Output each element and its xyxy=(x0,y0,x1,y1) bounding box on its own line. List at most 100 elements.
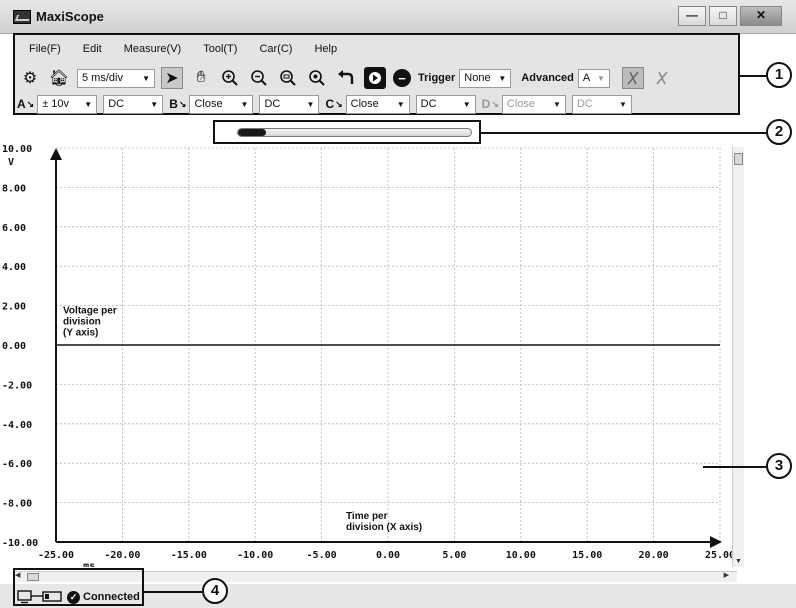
channel-c-range: Close xyxy=(350,98,379,110)
chevron-down-icon: ▼ xyxy=(396,99,405,109)
y-tick-label: -2.00 xyxy=(2,380,32,391)
window-title: MaxiScope xyxy=(36,9,104,24)
channel-a-coupling-select[interactable]: DC ▼ xyxy=(103,94,164,114)
y-axis-annotation: division xyxy=(63,317,101,328)
channel-b-coupling: DC xyxy=(264,98,281,110)
y-tick-label: 4.00 xyxy=(2,262,26,273)
channel-c-coupling-select[interactable]: DC ▼ xyxy=(415,94,476,114)
close-button[interactable]: ✕ xyxy=(740,6,782,26)
home-icon[interactable]: 🏠︎ xyxy=(48,67,70,89)
x-tick-label: -25.00 xyxy=(38,550,74,561)
menu-help[interactable]: Help xyxy=(314,43,337,55)
y-tick-label: -10.00 xyxy=(2,538,38,549)
progress-indicator xyxy=(213,120,481,144)
toolbar-row: ⚙ 🏠︎ 5 ms/div ▼ ➤ ✋︎ − Trigger None ▼ Adva xyxy=(15,63,738,93)
menu-tool[interactable]: Tool(T) xyxy=(203,43,237,55)
waveform-display[interactable]: 10.00 8.00 6.00 4.00 2.00 0.00 -2.00 -4.00 -6.00… xyxy=(0,145,732,567)
y-tick-label: 8.00 xyxy=(2,183,26,194)
callout-4: 4 xyxy=(202,578,228,604)
advanced-value: A xyxy=(582,72,591,84)
trigger-value: None xyxy=(464,72,491,84)
run-icon[interactable] xyxy=(364,67,386,89)
menu-measure[interactable]: Measure(V) xyxy=(124,43,181,55)
gear-icon[interactable]: ⚙ xyxy=(19,67,41,89)
app-logo-icon xyxy=(13,10,31,24)
chevron-down-icon: ▼ xyxy=(462,99,471,109)
channel-a-range: ± 10v xyxy=(42,98,70,110)
channel-d-range: Close xyxy=(506,98,535,110)
y-axis-annotation: (Y axis) xyxy=(63,328,98,339)
zoom-in-icon[interactable] xyxy=(219,67,241,89)
chevron-down-icon: ▼ xyxy=(618,99,627,109)
scroll-right-arrow-icon[interactable]: ▶ xyxy=(724,571,729,579)
menu-bar: File(F) Edit Measure(V) Tool(T) Car(C) H… xyxy=(15,35,738,62)
channel-d-coupling-select[interactable]: DC ▼ xyxy=(571,94,632,114)
channel-row: A ↘ ± 10v ▼ DC ▼ B ↘ Close ▼ DC ▼ C ↘ Close ▼ DC… xyxy=(15,94,738,114)
menu-car[interactable]: Car(C) xyxy=(259,43,292,55)
x-tick-label: 15.00 xyxy=(572,550,602,561)
x-tick-label: -15.00 xyxy=(171,550,207,561)
cursor-icon[interactable] xyxy=(621,67,644,89)
menu-file[interactable]: File(F) xyxy=(29,43,61,55)
connection-status-text: Connected xyxy=(83,591,140,603)
chevron-down-icon: ▼ xyxy=(552,99,561,109)
waveform-chart[interactable]: 10.00 8.00 6.00 4.00 2.00 0.00 -2.00 -4.00 -6.00… xyxy=(0,145,732,567)
channel-b-coupling-select[interactable]: DC ▼ xyxy=(259,94,320,114)
timebase-value: 5 ms/div xyxy=(82,72,123,84)
stop-icon[interactable]: − xyxy=(393,69,411,87)
chevron-down-icon: ▼ xyxy=(498,73,507,83)
zoom-reset-icon[interactable] xyxy=(306,67,328,89)
y-unit-label: V xyxy=(8,157,14,168)
x-tick-label: 10.00 xyxy=(506,550,536,561)
y-tick-label: -8.00 xyxy=(2,499,32,510)
callout-line xyxy=(740,75,766,77)
trigger-label: Trigger xyxy=(418,72,456,84)
zoom-out-icon[interactable] xyxy=(248,67,270,89)
progress-track xyxy=(237,128,472,137)
timebase-select[interactable]: 5 ms/div ▼ xyxy=(77,68,155,88)
x-axis-annotation: Time per xyxy=(346,511,388,522)
callout-line xyxy=(481,132,766,134)
cursor-off-icon[interactable] xyxy=(651,67,673,89)
scroll-down-arrow-icon[interactable]: ▼ xyxy=(735,558,742,565)
x-axis-annotation: division (X axis) xyxy=(346,522,422,533)
channel-b-range-select[interactable]: Close ▼ xyxy=(189,94,254,114)
connection-status: ✓ Connected xyxy=(17,590,140,604)
x-tick-label: 0.00 xyxy=(376,550,400,561)
x-unit-label: ms xyxy=(83,561,95,567)
minimize-button[interactable]: — xyxy=(678,6,706,26)
check-icon: ✓ xyxy=(67,590,80,604)
hand-icon[interactable]: ✋︎ xyxy=(190,67,212,89)
undo-icon[interactable] xyxy=(335,67,357,89)
y-tick-label: 2.00 xyxy=(2,302,26,313)
title-bar: MaxiScope — □ ✕ xyxy=(0,0,796,34)
channel-c-range-select[interactable]: Close ▼ xyxy=(345,94,410,114)
vertical-scrollbar[interactable]: ▼ xyxy=(732,147,744,567)
channel-c-coupling: DC xyxy=(420,98,437,110)
channel-b-name: B xyxy=(169,97,178,111)
channel-d-label: D ↘ xyxy=(482,97,499,111)
vertical-scroll-thumb[interactable] xyxy=(734,153,743,165)
zoom-fit-icon[interactable] xyxy=(277,67,299,89)
progress-fill xyxy=(238,129,266,136)
channel-a-range-select[interactable]: ± 10v ▼ xyxy=(37,94,98,114)
channel-b-label: B ↘ xyxy=(169,97,186,111)
y-tick-label: 0.00 xyxy=(2,341,26,352)
menu-edit[interactable]: Edit xyxy=(83,43,102,55)
x-tick-label: 25.00 xyxy=(705,550,732,561)
channel-d-range-select[interactable]: Close ▼ xyxy=(501,94,566,114)
channel-a-label: A ↘ xyxy=(17,97,34,111)
chevron-down-icon: ▼ xyxy=(306,99,315,109)
y-tick-label: -6.00 xyxy=(2,459,32,470)
x-tick-label: 20.00 xyxy=(639,550,669,561)
channel-a-name: A xyxy=(17,97,26,111)
advanced-select[interactable]: A ▼ xyxy=(577,68,610,88)
advanced-label: Advanced xyxy=(521,72,574,84)
trigger-select[interactable]: None ▼ xyxy=(459,68,512,88)
maximize-button[interactable]: □ xyxy=(709,6,737,26)
callout-line xyxy=(703,466,766,468)
pointer-icon[interactable]: ➤ xyxy=(161,67,183,89)
channel-d-name: D xyxy=(481,97,491,111)
y-axis-arrow xyxy=(50,148,62,160)
channel-c-label: C ↘ xyxy=(325,97,342,111)
